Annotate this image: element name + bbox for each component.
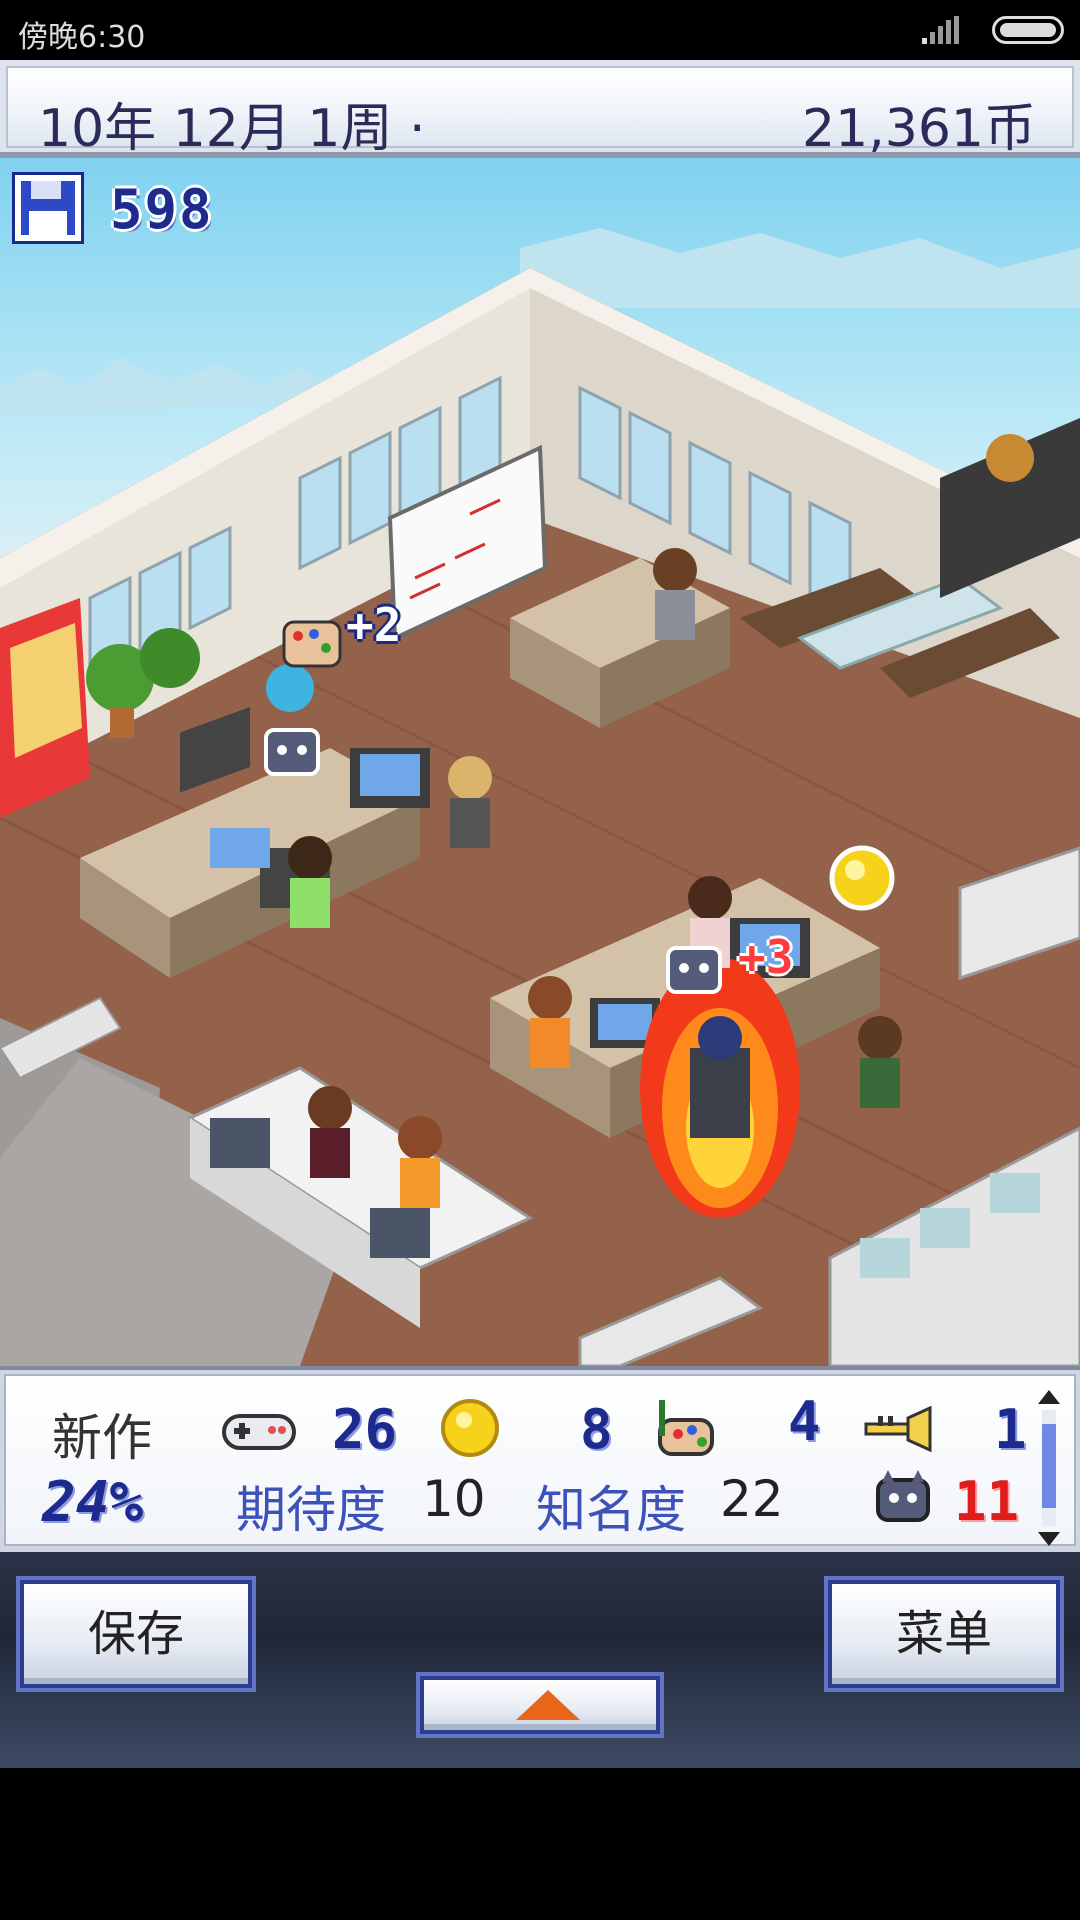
expectation-value: 10 [422, 1470, 486, 1528]
disk-count: 598 [110, 178, 214, 241]
status-time: 傍晚6:30 [18, 20, 146, 55]
system-status-bar: 傍晚6:30 [0, 0, 1080, 60]
save-disk-icon [12, 172, 84, 244]
bug-monster-icon [876, 1470, 930, 1522]
bottom-padding [0, 1768, 1080, 1920]
disk-counter: 598 [12, 172, 252, 248]
fun-value: 26 [332, 1398, 398, 1461]
scroll-up-arrow-icon[interactable] [1038, 1390, 1060, 1404]
scroll-down-arrow-icon[interactable] [1038, 1532, 1060, 1546]
battery-icon [992, 16, 1064, 44]
bugs-value: 11 [954, 1470, 1020, 1533]
trumpet-icon [864, 1406, 932, 1452]
top-info-bar: 10年 12月 1周 · 21,361币 [0, 60, 1080, 159]
stats-scrollbar[interactable] [1038, 1390, 1060, 1546]
graphics-value: 4 [788, 1390, 821, 1453]
gamepad-icon [222, 1414, 296, 1450]
office-scene[interactable]: 598 +2 +3 [0, 158, 1080, 1366]
scroll-thumb[interactable] [1042, 1424, 1056, 1508]
progress-percent: 24% [42, 1470, 144, 1535]
game-date: 10年 12月 1周 · [38, 99, 426, 159]
fame-value: 22 [720, 1470, 784, 1528]
money-display: 21,361币 [802, 99, 1036, 159]
menu-button[interactable]: 菜单 [828, 1580, 1060, 1688]
paint-palette-icon [658, 1400, 714, 1456]
points-plus-two: +2 [346, 598, 402, 652]
points-plus-three: +3 [738, 930, 794, 984]
save-button[interactable]: 保存 [20, 1580, 252, 1688]
fame-label: 知名度 [536, 1481, 686, 1539]
gold-coin-icon [441, 1399, 499, 1457]
control-bar: 保存 菜单 [0, 1552, 1080, 1768]
project-stats-panel: 新作 24% 26 8 4 1 期待度 10 知名度 22 11 [0, 1366, 1080, 1552]
expectation-label: 期待度 [236, 1481, 386, 1539]
expand-up-button[interactable] [420, 1676, 660, 1734]
coin-value: 8 [580, 1398, 613, 1461]
signal-icon [922, 16, 959, 44]
sound-value: 1 [994, 1398, 1027, 1461]
new-work-label: 新作 [52, 1409, 152, 1467]
up-arrow-icon [516, 1690, 580, 1720]
office-illustration [0, 228, 1080, 1366]
